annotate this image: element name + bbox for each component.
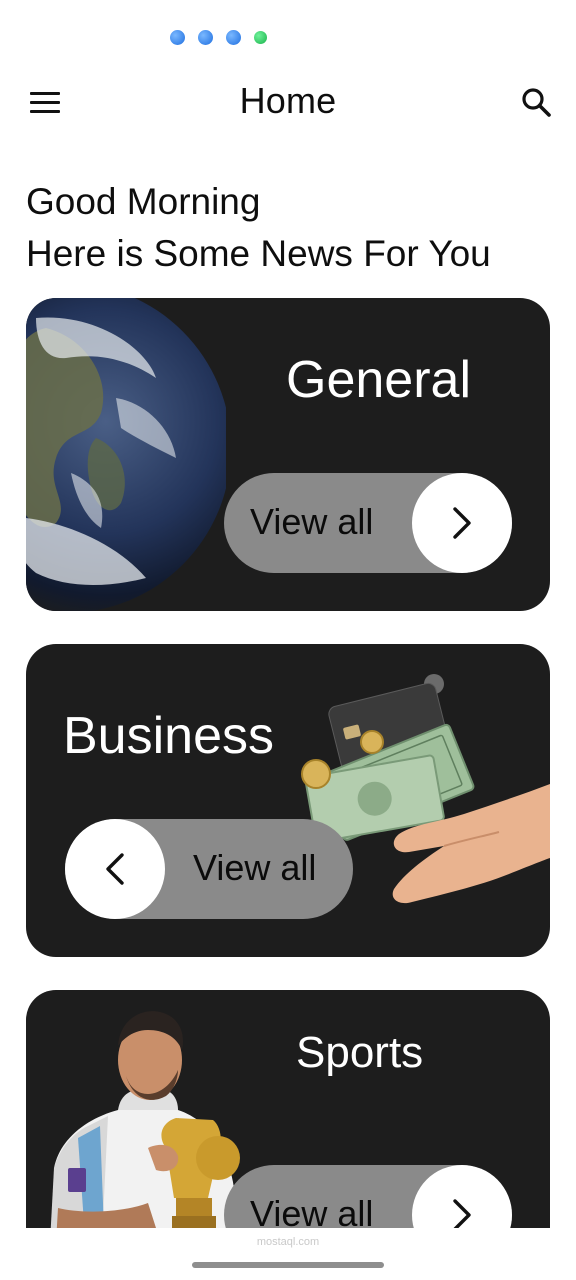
arrow-button[interactable] — [65, 819, 165, 919]
notification-icon — [226, 30, 241, 45]
category-title: Business — [63, 707, 274, 765]
view-all-button[interactable]: View all — [224, 473, 512, 573]
view-all-label: View all — [250, 501, 374, 542]
status-bar — [170, 30, 267, 45]
greeting-line: Good Morning — [26, 181, 261, 222]
notification-icon — [198, 30, 213, 45]
earth-image — [26, 298, 226, 611]
chevron-right-icon — [453, 507, 471, 539]
category-title: Sports — [296, 1028, 424, 1077]
greeting: Good Morning Here is Some News For You — [26, 176, 491, 280]
chevron-left-icon — [106, 853, 124, 885]
category-card-business[interactable]: Business View all — [26, 644, 550, 957]
notification-icon — [170, 30, 185, 45]
home-indicator[interactable] — [192, 1262, 384, 1268]
watermark: mostaql.com — [256, 1236, 320, 1248]
greeting-subline: Here is Some News For You — [26, 233, 491, 274]
view-all-button[interactable]: View all — [65, 819, 353, 919]
spotify-icon — [254, 31, 267, 44]
category-card-general[interactable]: General View all — [26, 298, 550, 611]
app-bar: Home — [0, 78, 576, 126]
view-all-label: View all — [193, 847, 317, 888]
search-icon[interactable] — [520, 86, 552, 118]
category-title: General — [286, 351, 471, 409]
page-title: Home — [239, 80, 337, 121]
arrow-button[interactable] — [412, 473, 512, 573]
